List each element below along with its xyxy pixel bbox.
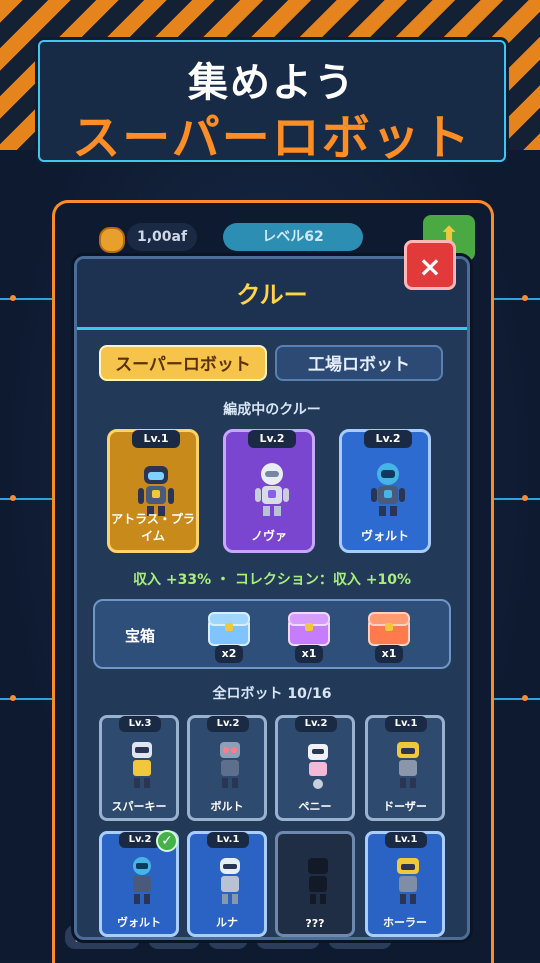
level-display: レベル62 <box>223 223 363 251</box>
crew-modal: クルー スーパーロボット 工場ロボット 編成中のクルー Lv.1 アトラス・プラ… <box>74 256 470 940</box>
all-robots-title: 全ロボット 10/16 <box>212 686 332 702</box>
robot-card[interactable]: Lv.1 ドーザー <box>365 715 445 821</box>
robot-card[interactable]: Lv.2 ペニー <box>275 715 355 821</box>
crew-section-title: 編成中のクルー <box>223 402 321 418</box>
crew-level: Lv.2 <box>364 430 412 448</box>
crew-slot-2[interactable]: Lv.2 ノヴァ <box>223 429 315 553</box>
banner-line-2: スーパーロボット <box>72 110 472 166</box>
close-button[interactable]: × <box>404 240 456 290</box>
bonus-text: 収入 +33% ・ コレクション：収入 +10% <box>133 572 411 588</box>
promo-banner: 集めよう スーパーロボット <box>38 40 506 166</box>
robot-luna-icon <box>220 858 240 904</box>
tab-super-robot[interactable]: スーパーロボット <box>99 345 267 381</box>
robot-name: ヴォルト <box>117 916 161 929</box>
robot-name: スパーキー <box>111 800 167 813</box>
robot-penny-icon <box>308 744 328 789</box>
chest-count: x1 <box>375 645 403 663</box>
robot-volt-icon <box>133 857 151 904</box>
right-connector-line <box>488 698 540 700</box>
close-icon: × <box>418 250 442 283</box>
robot-card[interactable]: Lv.1 ルナ <box>187 831 267 937</box>
right-connector-dot <box>522 495 528 501</box>
robot-sparky-icon <box>132 742 152 788</box>
chest-purple[interactable]: x1 <box>287 611 331 663</box>
robot-level: Lv.2 <box>119 832 161 848</box>
robot-bolt-icon <box>220 742 240 788</box>
robot-card[interactable]: Lv.3 スパーキー <box>99 715 179 821</box>
chest-red[interactable]: x1 <box>367 611 411 663</box>
robot-level: Lv.1 <box>385 832 427 848</box>
robot-card-locked[interactable]: ??? <box>275 831 355 937</box>
chest-panel: 宝箱 x2 x1 x1 <box>93 599 451 669</box>
robot-card[interactable]: Lv.1 ホーラー <box>365 831 445 937</box>
left-connector-dot <box>10 695 16 701</box>
locked-robot-silhouette-icon <box>308 858 328 904</box>
chest-blue[interactable]: x2 <box>207 611 251 663</box>
robot-dozer-icon <box>397 742 419 788</box>
right-connector-dot <box>522 295 528 301</box>
robot-card[interactable]: Lv.2 ボルト <box>187 715 267 821</box>
crew-name: アトラス・プライム <box>111 512 195 543</box>
right-connector-dot <box>522 695 528 701</box>
right-connector-line <box>488 298 540 300</box>
coin-icon <box>99 227 125 253</box>
chest-label: 宝箱 <box>125 627 156 645</box>
robot-level: Lv.1 <box>385 716 427 732</box>
left-connector-line <box>0 498 52 500</box>
crew-level: Lv.1 <box>132 430 180 448</box>
robot-name: ボルト <box>210 800 244 813</box>
equipped-check-icon: ✓ <box>156 830 178 852</box>
money-display: 1,00af <box>127 223 197 251</box>
robot-level: Lv.2 <box>295 716 337 732</box>
right-connector-line <box>488 498 540 500</box>
crew-name: ヴォルト <box>360 529 409 543</box>
crew-name: ノヴァ <box>250 529 287 543</box>
red-chest-icon <box>368 612 410 646</box>
robot-name: ペニー <box>298 800 332 813</box>
left-connector-line <box>0 698 52 700</box>
robot-level: Lv.2 <box>207 716 249 732</box>
robot-level: Lv.1 <box>207 832 249 848</box>
robot-hauler-icon <box>397 858 419 904</box>
robot-name: ドーザー <box>383 800 427 813</box>
left-connector-line <box>0 298 52 300</box>
tab-factory-robot[interactable]: 工場ロボット <box>275 345 443 381</box>
robot-name: ホーラー <box>383 916 427 929</box>
blue-chest-icon <box>208 612 250 646</box>
robot-level: Lv.3 <box>119 716 161 732</box>
robot-name: ??? <box>305 917 325 930</box>
robot-volt-icon <box>371 463 405 516</box>
left-connector-dot <box>10 495 16 501</box>
chest-count: x2 <box>215 645 243 663</box>
chest-count: x1 <box>295 645 323 663</box>
purple-chest-icon <box>288 612 330 646</box>
robot-nova-icon <box>255 463 289 516</box>
crew-slot-3[interactable]: Lv.2 ヴォルト <box>339 429 431 553</box>
crew-level: Lv.2 <box>248 430 296 448</box>
crew-slot-1[interactable]: Lv.1 アトラス・プライム <box>107 429 199 553</box>
robot-name: ルナ <box>216 916 238 929</box>
left-connector-dot <box>10 295 16 301</box>
